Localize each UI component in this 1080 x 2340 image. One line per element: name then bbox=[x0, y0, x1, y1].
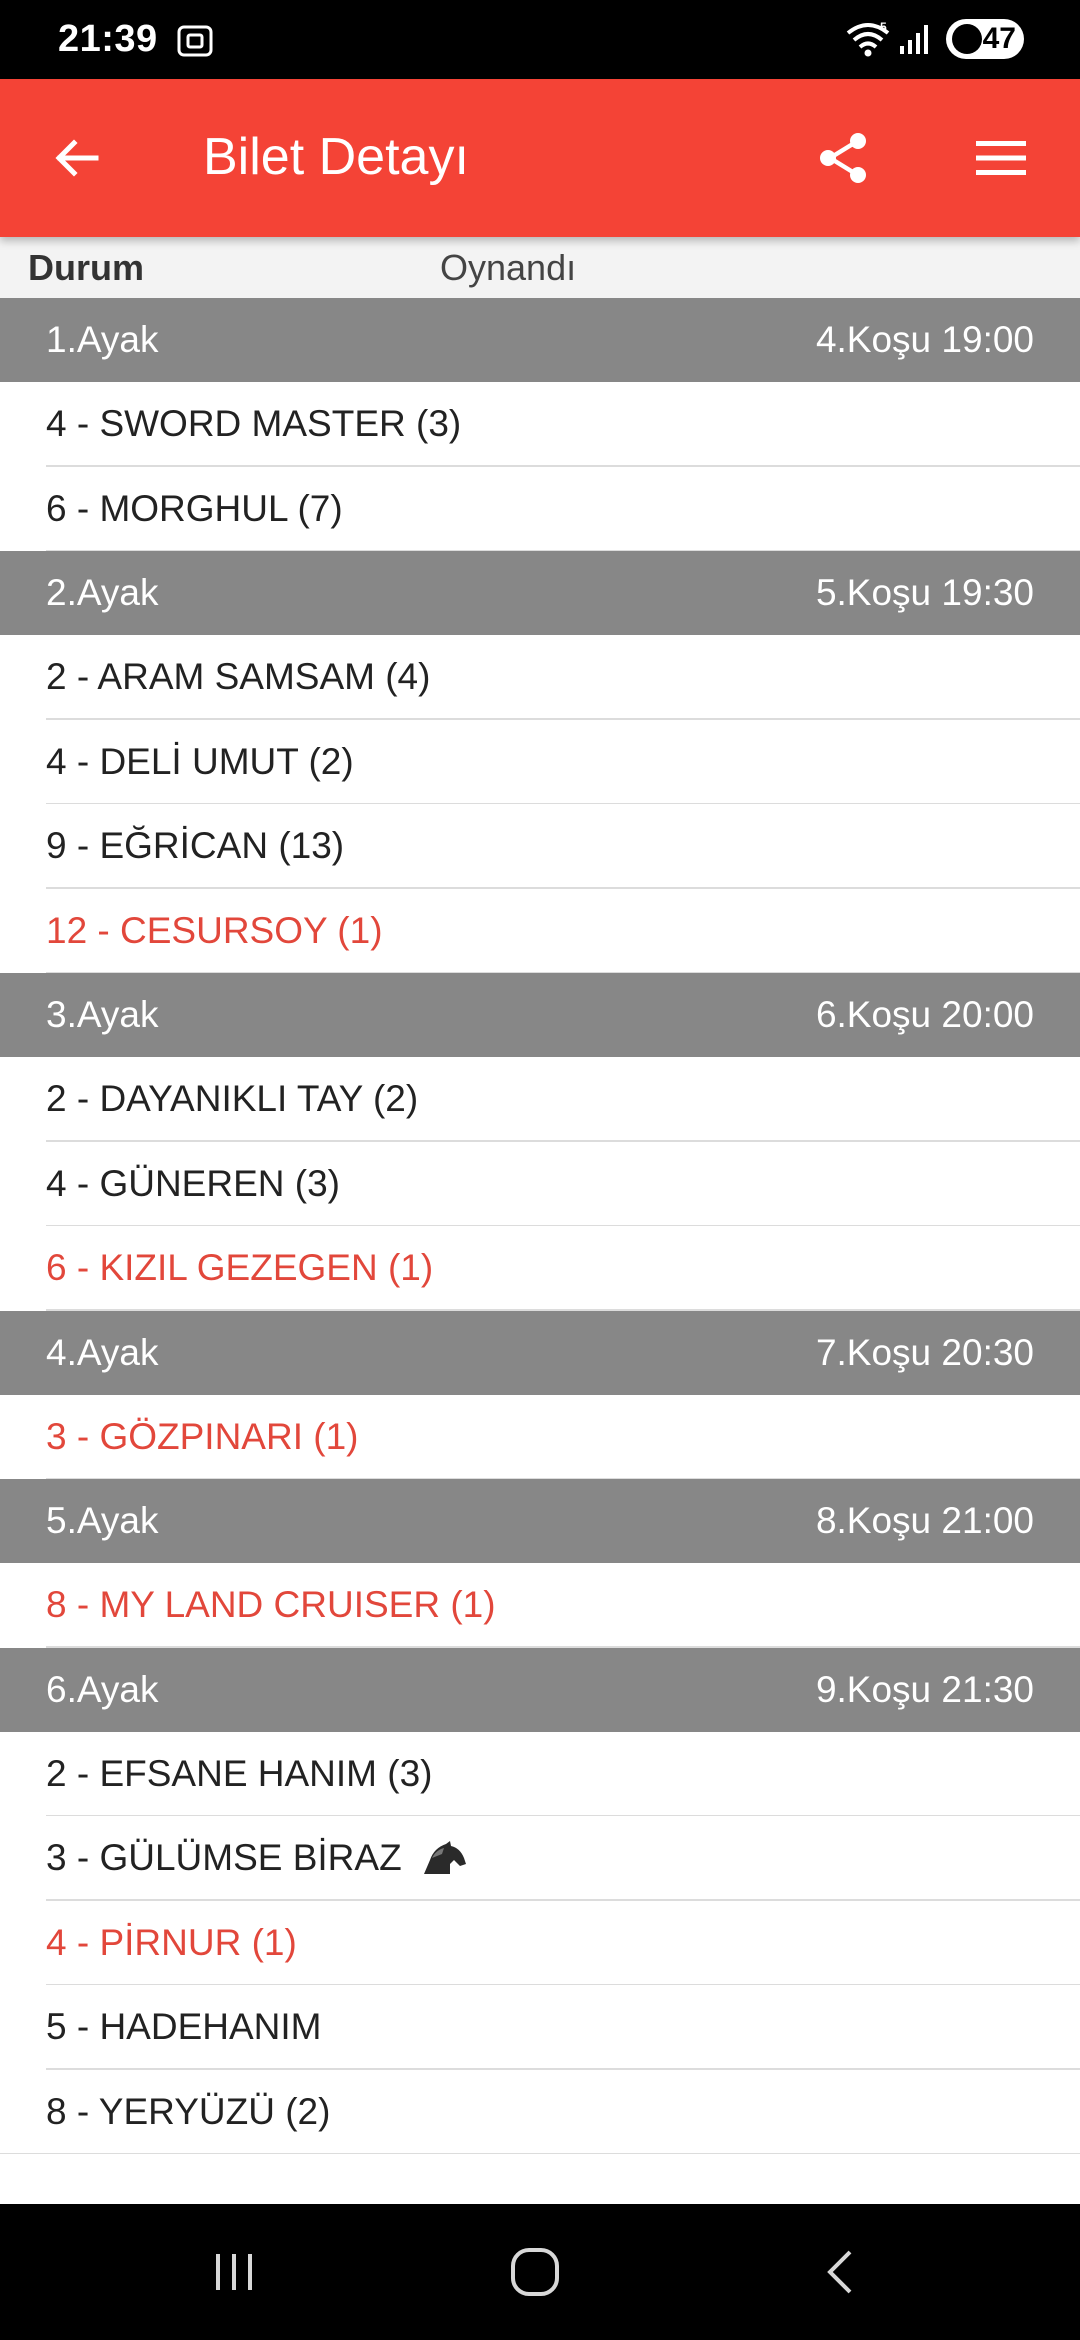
runner-row-winner: 3 - GÖZPINARI (1) bbox=[0, 1395, 1080, 1480]
status-bar: 21:39 5 47 bbox=[0, 0, 1080, 79]
runner-row-winner: 4 - PİRNUR (1) bbox=[0, 1901, 1080, 1986]
runner-label: 2 - EFSANE HANIM (3) bbox=[46, 1752, 433, 1794]
navigation-bar bbox=[0, 2204, 1080, 2340]
home-icon bbox=[511, 2248, 559, 2296]
runner-row-winner: 6 - KIZIL GEZEGEN (1) bbox=[0, 1226, 1080, 1311]
runner-label: 12 - CESURSOY (1) bbox=[46, 909, 383, 951]
leg-label: 2.Ayak bbox=[46, 572, 159, 613]
screenshot-icon bbox=[177, 25, 213, 57]
leg-header: 6.Ayak 9.Koşu 21:30 bbox=[0, 1647, 1080, 1732]
page-title: Bilet Detayı bbox=[203, 128, 469, 186]
leg-label: 1.Ayak bbox=[46, 319, 159, 360]
runner-label: 4 - PİRNUR (1) bbox=[46, 1921, 297, 1963]
leg-label: 5.Ayak bbox=[46, 1500, 159, 1541]
status-time: 21:39 bbox=[58, 18, 158, 60]
battery-level: 47 bbox=[982, 22, 1016, 55]
leg-label: 3.Ayak bbox=[46, 994, 159, 1035]
leg-header: 1.Ayak 4.Koşu 19:00 bbox=[0, 298, 1080, 382]
runner-label: 8 - YERYÜZÜ (2) bbox=[46, 2090, 331, 2132]
runner-row: 9 - EĞRİCAN (13) bbox=[0, 804, 1080, 889]
runner-row: 5 - HADEHANIM bbox=[0, 1985, 1080, 2070]
home-button[interactable] bbox=[505, 2242, 565, 2302]
runner-row: 4 - SWORD MASTER (3) bbox=[0, 382, 1080, 467]
runner-label: 8 - MY LAND CRUISER (1) bbox=[46, 1584, 496, 1626]
runner-label: 6 - MORGHUL (7) bbox=[46, 487, 343, 529]
leg-header: 2.Ayak 5.Koşu 19:30 bbox=[0, 551, 1080, 635]
horse-head-icon bbox=[423, 1841, 466, 1875]
back-nav-icon bbox=[827, 2250, 852, 2294]
runner-label: 6 - KIZIL GEZEGEN (1) bbox=[46, 1247, 434, 1289]
leg-label: 6.Ayak bbox=[46, 1668, 159, 1710]
battery-icon: 47 bbox=[946, 19, 1024, 59]
runner-label: 4 - DELİ UMUT (2) bbox=[46, 740, 354, 782]
runner-row: 3 - GÜLÜMSE BİRAZ bbox=[0, 1816, 1080, 1901]
runner-row: 2 - EFSANE HANIM (3) bbox=[0, 1732, 1080, 1817]
runner-label: 4 - GÜNEREN (3) bbox=[46, 1162, 340, 1204]
runner-label: 2 - ARAM SAMSAM (4) bbox=[46, 656, 431, 698]
race-time-label: 8.Koşu 21:00 bbox=[815, 1500, 1034, 1541]
runner-row-winner: 8 - MY LAND CRUISER (1) bbox=[0, 1563, 1080, 1648]
runner-row: 4 - DELİ UMUT (2) bbox=[0, 720, 1080, 805]
ticket-status-row: Durum Oynandı bbox=[0, 237, 1080, 298]
race-time-label: 6.Koşu 20:00 bbox=[815, 994, 1034, 1035]
runner-row: 2 - ARAM SAMSAM (4) bbox=[0, 635, 1080, 720]
leg-header: 4.Ayak 7.Koşu 20:30 bbox=[0, 1310, 1080, 1395]
back-button[interactable] bbox=[42, 123, 112, 193]
status-label: Durum bbox=[28, 247, 144, 288]
recent-apps-icon bbox=[216, 2254, 252, 2290]
status-value: Oynandı bbox=[440, 247, 577, 288]
runner-label: 5 - HADEHANIM bbox=[46, 2006, 322, 2048]
runner-label: 3 - GÜLÜMSE BİRAZ bbox=[46, 1837, 402, 1879]
runner-label: 2 - DAYANIKLI TAY (2) bbox=[46, 1078, 419, 1120]
share-icon bbox=[820, 133, 866, 183]
runner-label: 3 - GÖZPINARI (1) bbox=[46, 1415, 359, 1457]
runner-row: 4 - GÜNEREN (3) bbox=[0, 1142, 1080, 1227]
runner-label: 4 - SWORD MASTER (3) bbox=[46, 403, 462, 445]
app-bar: Bilet Detayı bbox=[0, 79, 1080, 237]
share-button[interactable] bbox=[808, 123, 878, 193]
nav-back-button[interactable] bbox=[812, 2242, 872, 2302]
signal-icon bbox=[900, 25, 928, 54]
menu-button[interactable] bbox=[966, 123, 1036, 193]
recent-apps-button[interactable] bbox=[204, 2242, 264, 2302]
status-icons: 5 47 bbox=[844, 16, 1024, 62]
runner-row: 2 - DAYANIKLI TAY (2) bbox=[0, 1057, 1080, 1142]
race-time-label: 5.Koşu 19:30 bbox=[815, 572, 1034, 613]
leg-header: 5.Ayak 8.Koşu 21:00 bbox=[0, 1479, 1080, 1563]
race-time-label: 7.Koşu 20:30 bbox=[815, 1331, 1034, 1373]
race-time-label: 4.Koşu 19:00 bbox=[815, 319, 1034, 360]
runner-row-winner: 12 - CESURSOY (1) bbox=[0, 889, 1080, 974]
battery-saver-icon bbox=[952, 24, 982, 54]
runner-row: 8 - YERYÜZÜ (2) bbox=[0, 2070, 1080, 2155]
hamburger-menu-icon bbox=[976, 141, 1026, 175]
wifi-icon: 5 bbox=[846, 20, 890, 57]
svg-text:5: 5 bbox=[880, 20, 887, 34]
legs-list: 1.Ayak 4.Koşu 19:00 4 - SWORD MASTER (3) 6 … bbox=[0, 298, 1080, 2154]
leg-header: 3.Ayak 6.Koşu 20:00 bbox=[0, 973, 1080, 1057]
leg-label: 4.Ayak bbox=[46, 1331, 159, 1373]
runner-label: 9 - EĞRİCAN (13) bbox=[46, 825, 345, 867]
runner-row: 6 - MORGHUL (7) bbox=[0, 467, 1080, 552]
back-arrow-icon bbox=[55, 139, 99, 177]
race-time-label: 9.Koşu 21:30 bbox=[815, 1668, 1034, 1710]
